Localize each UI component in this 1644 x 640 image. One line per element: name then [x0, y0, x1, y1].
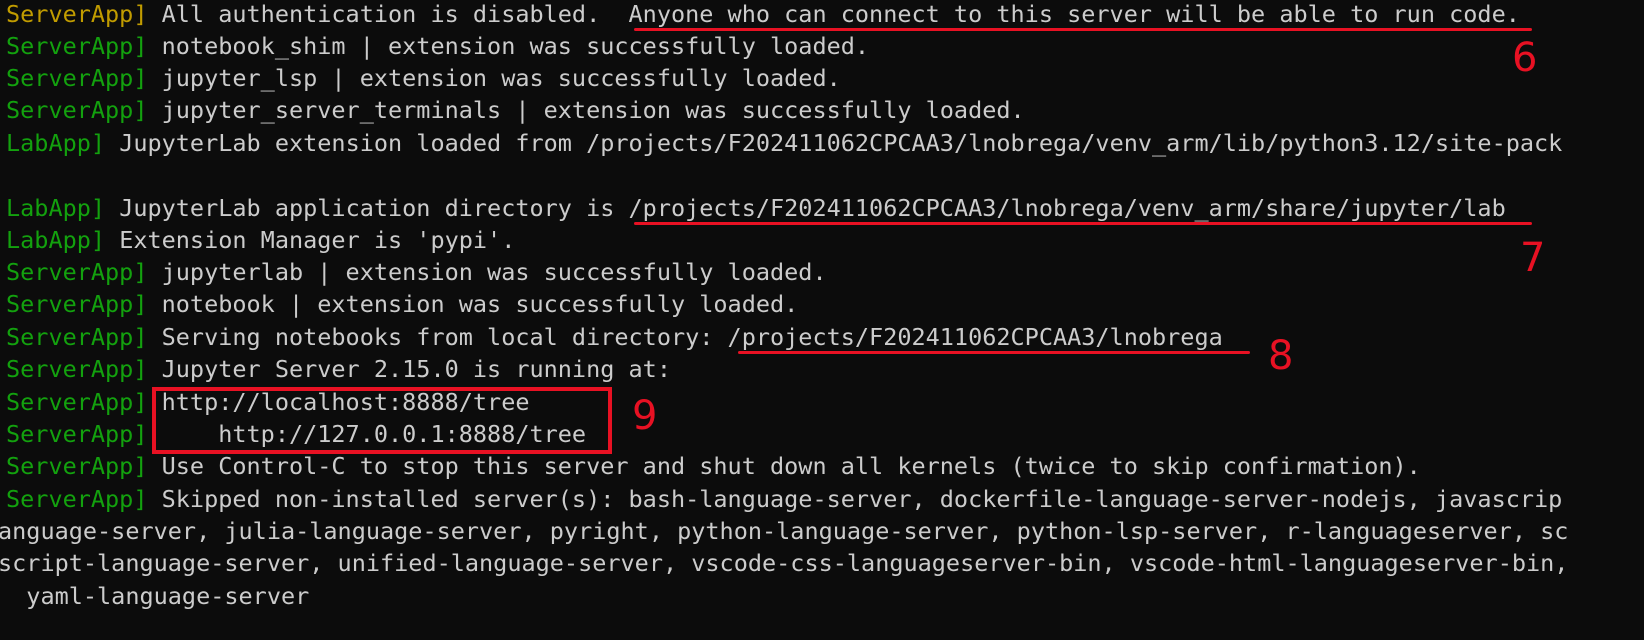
log-line: ServerApp] jupyter_lsp | extension was s… — [6, 64, 841, 96]
log-tag: LabApp] — [6, 226, 106, 254]
log-line: LabApp] JupyterLab extension loaded from… — [6, 129, 1562, 161]
log-text: Skipped non-installed server(s): bash-la… — [147, 485, 1563, 513]
log-line: LabApp] Extension Manager is 'pypi'. — [6, 226, 515, 258]
log-text: jupyter_lsp | extension was successfully… — [147, 64, 841, 92]
log-line-wrapped: script-language-server, unified-language… — [0, 549, 1568, 581]
log-line-wrapped: anguage-server, julia-language-server, p… — [0, 517, 1568, 549]
log-text: All authentication is disabled. Anyone w… — [147, 0, 1520, 28]
log-text: jupyterlab | extension was successfully … — [147, 258, 827, 286]
annotation-number-6: 6 — [1512, 35, 1538, 81]
annotation-number-9: 9 — [632, 393, 658, 439]
log-tag: ServerApp] — [6, 452, 148, 480]
log-text: Use Control-C to stop this server and sh… — [147, 452, 1421, 480]
log-text: jupyter_server_terminals | extension was… — [147, 96, 1025, 124]
log-tag: ServerApp] — [6, 96, 148, 124]
log-text: Jupyter Server 2.15.0 is running at: — [147, 355, 671, 383]
log-text: JupyterLab extension loaded from /projec… — [105, 129, 1563, 157]
log-tag: ServerApp] — [6, 64, 148, 92]
log-text: script-language-server, unified-language… — [0, 549, 1569, 577]
log-tag: ServerApp] — [6, 355, 148, 383]
log-tag: LabApp] — [6, 129, 106, 157]
log-line: ServerApp] notebook_shim | extension was… — [6, 32, 869, 64]
log-text: Extension Manager is 'pypi'. — [105, 226, 516, 254]
log-line: ServerApp] notebook | extension was succ… — [6, 290, 798, 322]
annotation-underline-auth-warning — [634, 28, 1532, 31]
log-tag: ServerApp] — [6, 0, 148, 28]
log-tag: ServerApp] — [6, 388, 148, 416]
log-tag: ServerApp] — [6, 32, 148, 60]
annotation-number-7: 7 — [1520, 235, 1546, 281]
terminal-window[interactable]: ServerApp] All authentication is disable… — [0, 0, 1644, 640]
log-text: yaml-language-server — [0, 582, 310, 610]
log-line: ServerApp] Skipped non-installed server(… — [6, 485, 1562, 517]
log-line-wrapped: yaml-language-server — [0, 582, 309, 614]
log-line: ServerApp] Jupyter Server 2.15.0 is runn… — [6, 355, 671, 387]
log-tag: ServerApp] — [6, 290, 148, 318]
log-tag: ServerApp] — [6, 258, 148, 286]
annotation-number-8: 8 — [1268, 333, 1294, 379]
annotation-box-server-urls — [152, 387, 612, 454]
log-tag: LabApp] — [6, 194, 106, 222]
log-text: JupyterLab application directory is /pro… — [105, 194, 1506, 222]
annotation-underline-app-directory — [634, 222, 1532, 225]
log-text: anguage-server, julia-language-server, p… — [0, 517, 1569, 545]
log-line: ServerApp] jupyterlab | extension was su… — [6, 258, 827, 290]
log-tag: ServerApp] — [6, 420, 148, 448]
log-text: notebook_shim | extension was successful… — [147, 32, 870, 60]
log-line: ServerApp] jupyter_server_terminals | ex… — [6, 96, 1025, 128]
annotation-underline-serving-directory — [738, 351, 1250, 354]
log-text: notebook | extension was successfully lo… — [147, 290, 799, 318]
log-line: ServerApp] Use Control-C to stop this se… — [6, 452, 1421, 484]
log-tag: ServerApp] — [6, 485, 148, 513]
log-tag: ServerApp] — [6, 323, 148, 351]
log-text: Serving notebooks from local directory: … — [147, 323, 1223, 351]
